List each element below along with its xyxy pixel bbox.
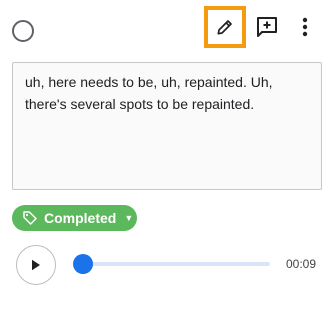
status-circle-toggle[interactable] <box>12 20 34 42</box>
more-options-button[interactable] <box>292 12 318 42</box>
audio-duration: 00:09 <box>286 257 317 271</box>
note-text: uh, here needs to be, uh, repainted. Uh,… <box>25 74 273 112</box>
play-button[interactable] <box>16 245 56 285</box>
pencil-icon <box>215 17 235 37</box>
add-comment-icon <box>255 15 279 39</box>
audio-seek-thumb[interactable] <box>73 254 93 274</box>
more-vert-icon <box>302 17 308 37</box>
status-dropdown-chip[interactable]: Completed ▼ <box>12 205 137 231</box>
status-label: Completed <box>44 210 117 226</box>
audio-player: 00:09 <box>0 240 333 290</box>
tag-icon <box>22 210 38 226</box>
chevron-down-icon: ▼ <box>124 212 134 223</box>
audio-progress-track[interactable] <box>82 262 270 266</box>
card-toolbar <box>0 0 333 56</box>
play-icon <box>31 259 41 271</box>
edit-button[interactable] <box>204 6 246 48</box>
note-text-area[interactable]: uh, here needs to be, uh, repainted. Uh,… <box>12 62 322 190</box>
add-comment-button[interactable] <box>252 12 282 42</box>
